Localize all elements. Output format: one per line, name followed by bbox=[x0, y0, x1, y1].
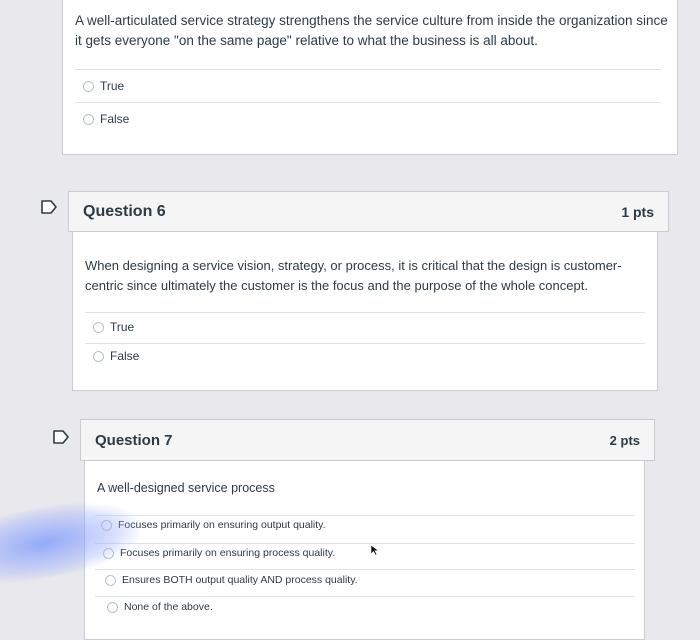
question-7-option-3[interactable]: Ensures BOTH output quality AND process … bbox=[105, 574, 358, 586]
question-7-points: 2 pts bbox=[609, 432, 640, 448]
question-5-text: A well-articulated service strategy stre… bbox=[75, 13, 668, 48]
radio-button[interactable] bbox=[103, 547, 114, 559]
divider bbox=[95, 515, 635, 516]
flag-question-6-icon[interactable] bbox=[38, 198, 60, 216]
question-6-points: 1 pts bbox=[621, 203, 654, 220]
divider bbox=[95, 543, 635, 544]
radio-button[interactable] bbox=[101, 519, 112, 531]
radio-button[interactable] bbox=[93, 350, 104, 362]
question-7-option-2[interactable]: Focuses primarily on ensuring process qu… bbox=[103, 547, 335, 559]
question-5-card: A well-articulated service strategy stre… bbox=[62, 0, 678, 155]
flag-question-7-icon[interactable] bbox=[50, 428, 72, 446]
divider bbox=[75, 69, 661, 70]
divider bbox=[75, 102, 661, 103]
option-label: Ensures BOTH output quality AND process … bbox=[122, 574, 358, 586]
mouse-cursor-icon bbox=[370, 544, 380, 556]
radio-button[interactable] bbox=[83, 113, 94, 125]
question-6-text: When designing a service vision, strateg… bbox=[85, 258, 622, 293]
question-6-option-true[interactable]: True bbox=[93, 320, 134, 334]
radio-button[interactable] bbox=[105, 574, 116, 586]
option-label: True bbox=[110, 320, 135, 334]
option-label: False bbox=[110, 349, 140, 363]
question-5-option-true[interactable]: True bbox=[83, 79, 124, 93]
radio-button[interactable] bbox=[83, 80, 94, 92]
question-7-header: Question 7 2 pts bbox=[80, 419, 655, 461]
question-7-option-1[interactable]: Focuses primarily on ensuring output qua… bbox=[101, 519, 326, 531]
option-label: Focuses primarily on ensuring process qu… bbox=[120, 547, 336, 559]
question-7-title: Question 7 bbox=[95, 431, 173, 449]
option-label: True bbox=[100, 79, 125, 93]
question-5-option-false[interactable]: False bbox=[83, 112, 129, 126]
divider bbox=[85, 312, 645, 313]
radio-button[interactable] bbox=[93, 321, 104, 333]
divider bbox=[85, 343, 645, 344]
divider bbox=[95, 569, 635, 570]
question-6-title: Question 6 bbox=[83, 202, 166, 220]
divider bbox=[95, 596, 635, 597]
option-label: None of the above. bbox=[124, 601, 213, 613]
question-6-option-false[interactable]: False bbox=[93, 349, 139, 363]
question-6-header: Question 6 1 pts bbox=[68, 191, 669, 232]
option-label: False bbox=[100, 112, 130, 126]
radio-button[interactable] bbox=[107, 601, 118, 613]
question-7-text: A well-designed service process bbox=[97, 481, 275, 495]
question-6-card: When designing a service vision, strateg… bbox=[72, 231, 658, 391]
option-label: Focuses primarily on ensuring output qua… bbox=[118, 519, 326, 531]
question-7-option-4[interactable]: None of the above. bbox=[107, 601, 213, 613]
question-7-card: A well-designed service process Focuses … bbox=[84, 460, 645, 640]
